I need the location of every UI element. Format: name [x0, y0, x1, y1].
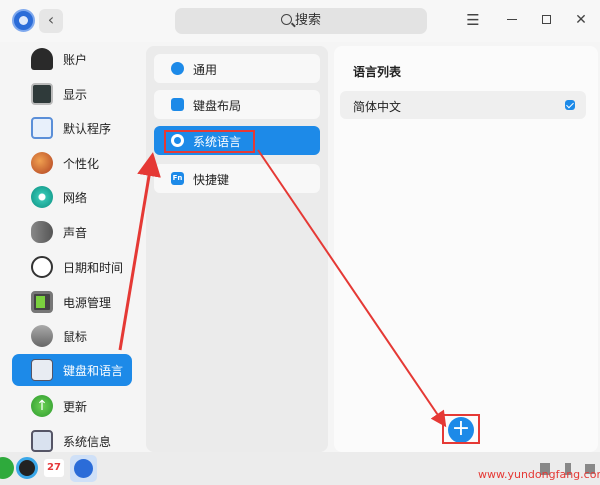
- calendar-icon[interactable]: 27: [44, 459, 64, 477]
- battery-icon: [31, 291, 53, 313]
- submenu-item-label: 通用: [193, 63, 218, 77]
- taskbar-app-icon[interactable]: [0, 457, 14, 479]
- language-panel: 语言列表 简体中文 +: [334, 46, 598, 452]
- sidebar-item-label: 声音: [63, 226, 88, 240]
- globe-icon: [171, 134, 184, 147]
- watermark: www.yundongfang.com: [478, 468, 600, 481]
- sidebar-item-account[interactable]: 账户: [12, 43, 132, 75]
- sidebar-item-network[interactable]: 网络: [12, 181, 132, 213]
- update-icon: ↑: [31, 395, 53, 417]
- sidebar-item-label: 鼠标: [63, 330, 88, 344]
- sidebar-item-label: 网络: [63, 191, 88, 205]
- sidebar-item-sound[interactable]: 声音: [12, 216, 132, 248]
- sidebar-item-power[interactable]: 电源管理: [12, 286, 132, 318]
- keyboard-icon: [31, 359, 53, 381]
- sidebar-item-keyboard-language[interactable]: 键盘和语言: [12, 354, 132, 386]
- fn-key-icon: Fn: [171, 172, 184, 185]
- back-button[interactable]: ‹: [39, 9, 63, 33]
- sidebar-item-label: 键盘和语言: [63, 364, 124, 378]
- sidebar-item-label: 账户: [63, 53, 88, 67]
- music-player-icon[interactable]: [16, 457, 38, 479]
- sidebar-item-default-apps[interactable]: 默认程序: [12, 112, 132, 144]
- submenu-item-general[interactable]: 通用: [154, 54, 320, 83]
- gear-icon: [171, 62, 184, 75]
- sidebar-item-label: 个性化: [63, 157, 100, 171]
- minimize-button[interactable]: [503, 11, 521, 29]
- add-language-button[interactable]: +: [448, 417, 474, 443]
- keyboard-layout-icon: [171, 98, 184, 111]
- control-center-logo-icon: [12, 9, 35, 32]
- menu-button[interactable]: ☰: [464, 11, 482, 29]
- sidebar-item-datetime[interactable]: 日期和时间: [12, 251, 132, 283]
- sound-icon: [31, 221, 53, 243]
- sidebar-item-label: 系统信息: [63, 435, 112, 449]
- display-icon: [31, 83, 53, 105]
- check-icon: [565, 100, 575, 110]
- close-button[interactable]: ✕: [572, 11, 590, 29]
- control-center-taskbar-icon[interactable]: [70, 455, 97, 482]
- submenu-panel: 通用 键盘布局 系统语言 Fn 快捷键: [146, 46, 328, 452]
- settings-window: ‹ 搜索 ☰ ✕ 账户 显示 默认程序 个性化 网络 声音 日期和时间 电源管理…: [0, 0, 600, 452]
- submenu-item-label: 系统语言: [193, 135, 242, 149]
- mouse-icon: [31, 325, 53, 347]
- sidebar-item-personalization[interactable]: 个性化: [12, 147, 132, 179]
- sidebar-item-display[interactable]: 显示: [12, 78, 132, 110]
- personalization-icon: [31, 152, 53, 174]
- sidebar-item-label: 电源管理: [63, 296, 112, 310]
- submenu-item-shortcuts[interactable]: Fn 快捷键: [154, 164, 320, 193]
- clock-icon: [31, 256, 53, 278]
- default-apps-icon: [31, 117, 53, 139]
- maximize-icon: [541, 15, 551, 24]
- minimize-icon: [507, 18, 517, 21]
- network-icon: [31, 186, 53, 208]
- sidebar-item-label: 显示: [63, 88, 88, 102]
- language-label: 简体中文: [353, 100, 402, 114]
- search-icon: [280, 14, 292, 25]
- submenu-item-label: 快捷键: [193, 173, 230, 187]
- submenu-item-label: 键盘布局: [193, 99, 242, 113]
- submenu-item-system-language[interactable]: 系统语言: [154, 126, 320, 155]
- sidebar-item-label: 日期和时间: [63, 261, 124, 275]
- language-list-title: 语言列表: [353, 65, 402, 79]
- account-icon: [31, 48, 53, 70]
- sidebar: 账户 显示 默认程序 个性化 网络 声音 日期和时间 电源管理 鼠标 键盘和语言…: [0, 42, 140, 452]
- title-bar: ‹ 搜索 ☰ ✕: [0, 0, 600, 42]
- system-info-icon: [31, 430, 53, 452]
- search-box[interactable]: 搜索: [175, 8, 427, 34]
- sidebar-item-label: 更新: [63, 400, 88, 414]
- search-label: 搜索: [294, 13, 321, 28]
- maximize-button[interactable]: [537, 11, 555, 29]
- submenu-item-keyboard-layout[interactable]: 键盘布局: [154, 90, 320, 119]
- sidebar-item-update[interactable]: ↑ 更新: [12, 390, 132, 422]
- sidebar-item-label: 默认程序: [63, 122, 112, 136]
- sidebar-item-mouse[interactable]: 鼠标: [12, 320, 132, 352]
- language-row[interactable]: 简体中文: [340, 91, 586, 119]
